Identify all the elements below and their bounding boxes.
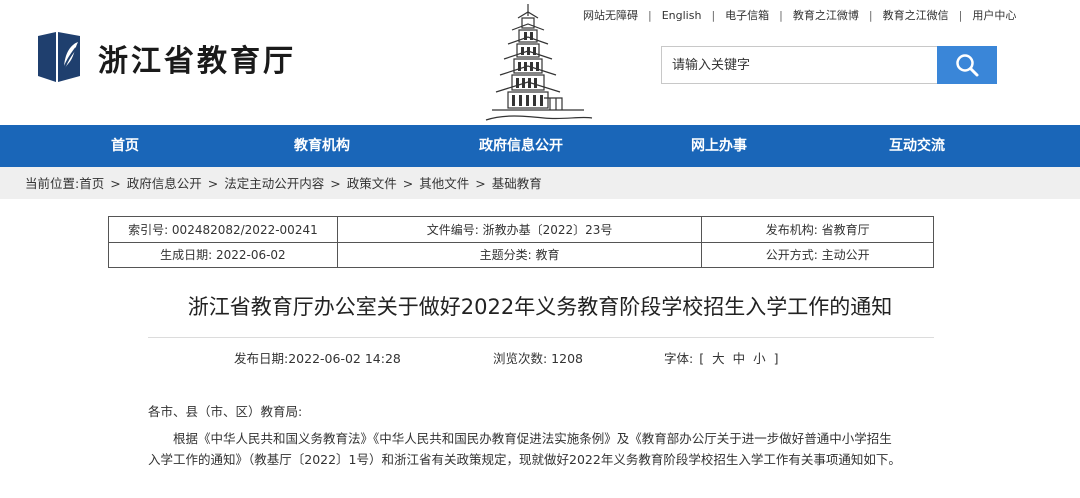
font-size-label: 字体: — [664, 351, 694, 366]
nav-home[interactable]: 首页 — [111, 125, 139, 167]
weibo-link[interactable]: 教育之江微博 — [793, 7, 859, 23]
font-large-button[interactable]: 大 — [712, 351, 725, 366]
breadcrumb-item[interactable]: 基础教育 — [492, 167, 542, 200]
bracket-close: ] — [773, 351, 779, 366]
search-box — [661, 46, 997, 84]
user-center-link[interactable]: 用户中心 — [972, 7, 1016, 23]
separator: | — [779, 8, 783, 22]
publish-date: 发布日期:2022-06-02 14:28 — [234, 351, 401, 366]
document-number: 文件编号: 浙教办基〔2022〕23号 — [336, 216, 703, 243]
separator: | — [868, 8, 873, 22]
paragraph: 根据《中华人民共和国义务教育法》《中华人民共和国民办教育促进法实施条例》及《教育… — [148, 431, 901, 467]
article-title: 浙江省教育厅办公室关于做好2022年义务教育阶段学校招生入学工作的通知 — [187, 295, 893, 319]
search-input[interactable] — [661, 46, 937, 84]
breadcrumb-bar: 当前位置: 首页 > 政府信息公开 > 法定主动公开内容 > 政策文件 > 其他… — [0, 167, 1080, 199]
separator: | — [958, 8, 963, 22]
breadcrumb-arrow: > — [110, 176, 121, 191]
table-row: 生成日期: 2022-06-02 主题分类: 教育 公开方式: 主动公开 — [108, 241, 934, 268]
document-info-table: 索引号: 002482082/2022-00241 文件编号: 浙教办基〔202… — [108, 216, 934, 268]
font-size-switcher: 字体: [ 大 中 小 ] — [664, 348, 780, 367]
breadcrumb-arrow: > — [402, 176, 414, 191]
greeting: 各市、县（市、区）教育局: — [148, 404, 303, 419]
separator: | — [711, 8, 716, 22]
breadcrumb-item[interactable]: 政府信息公开 — [127, 167, 202, 200]
breadcrumb-arrow: > — [207, 176, 219, 191]
wechat-link[interactable]: 教育之江微信 — [883, 7, 949, 23]
search-icon — [956, 54, 979, 77]
breadcrumb: 当前位置: 首页 > 政府信息公开 > 法定主动公开内容 > 政策文件 > 其他… — [25, 167, 542, 200]
breadcrumb-item[interactable]: 其他文件 — [419, 167, 469, 200]
bracket-open: [ — [699, 351, 705, 366]
category: 主题分类: 教育 — [336, 241, 703, 268]
view-count: 浏览次数: 1208 — [493, 351, 583, 366]
publisher: 发布机构: 省教育厅 — [701, 216, 934, 243]
breadcrumb-arrow: > — [475, 176, 486, 191]
site-logo[interactable]: 浙江省教育厅 — [34, 30, 296, 86]
english-link[interactable]: English — [662, 9, 702, 22]
table-row: 索引号: 002482082/2022-00241 文件编号: 浙教办基〔202… — [108, 216, 934, 243]
site-header: 浙江省教育厅 网站无障碍 | English | 电子信箱 | 教育之江微博 |… — [0, 0, 1080, 125]
font-small-button[interactable]: 小 — [753, 351, 766, 366]
index-number: 索引号: 002482082/2022-00241 — [108, 216, 338, 243]
breadcrumb-item[interactable]: 首页 — [79, 167, 104, 200]
breadcrumb-prefix: 当前位置: — [25, 176, 80, 191]
nav-online-services[interactable]: 网上办事 — [691, 125, 747, 167]
main-nav: 首页 教育机构 政府信息公开 网上办事 互动交流 — [0, 125, 1080, 167]
logo-icon — [38, 32, 80, 82]
accessibility-link[interactable]: 网站无障碍 — [583, 7, 638, 23]
breadcrumb-arrow: > — [330, 176, 341, 191]
search-button[interactable] — [937, 46, 997, 84]
breadcrumb-item[interactable]: 法定主动公开内容 — [224, 167, 324, 200]
font-medium-button[interactable]: 中 — [733, 351, 746, 366]
disclosure-mode: 公开方式: 主动公开 — [701, 241, 934, 268]
top-links: 网站无障碍 | English | 电子信箱 | 教育之江微博 | 教育之江微信… — [583, 7, 1016, 23]
nav-institutions[interactable]: 教育机构 — [294, 125, 350, 167]
generated-date: 生成日期: 2022-06-02 — [108, 241, 338, 268]
nav-interaction[interactable]: 互动交流 — [889, 125, 945, 167]
breadcrumb-item[interactable]: 政策文件 — [347, 167, 397, 200]
pagoda-illustration — [485, 4, 593, 121]
separator: | — [648, 8, 652, 22]
nav-gov-info[interactable]: 政府信息公开 — [479, 125, 563, 167]
article-body: 各市、县（市、区）教育局: 根据《中华人民共和国义务教育法》《中华人民共和国民办… — [148, 401, 903, 470]
title-divider — [148, 337, 934, 338]
email-link[interactable]: 电子信箱 — [725, 7, 769, 23]
site-name: 浙江省教育厅 — [98, 44, 296, 79]
